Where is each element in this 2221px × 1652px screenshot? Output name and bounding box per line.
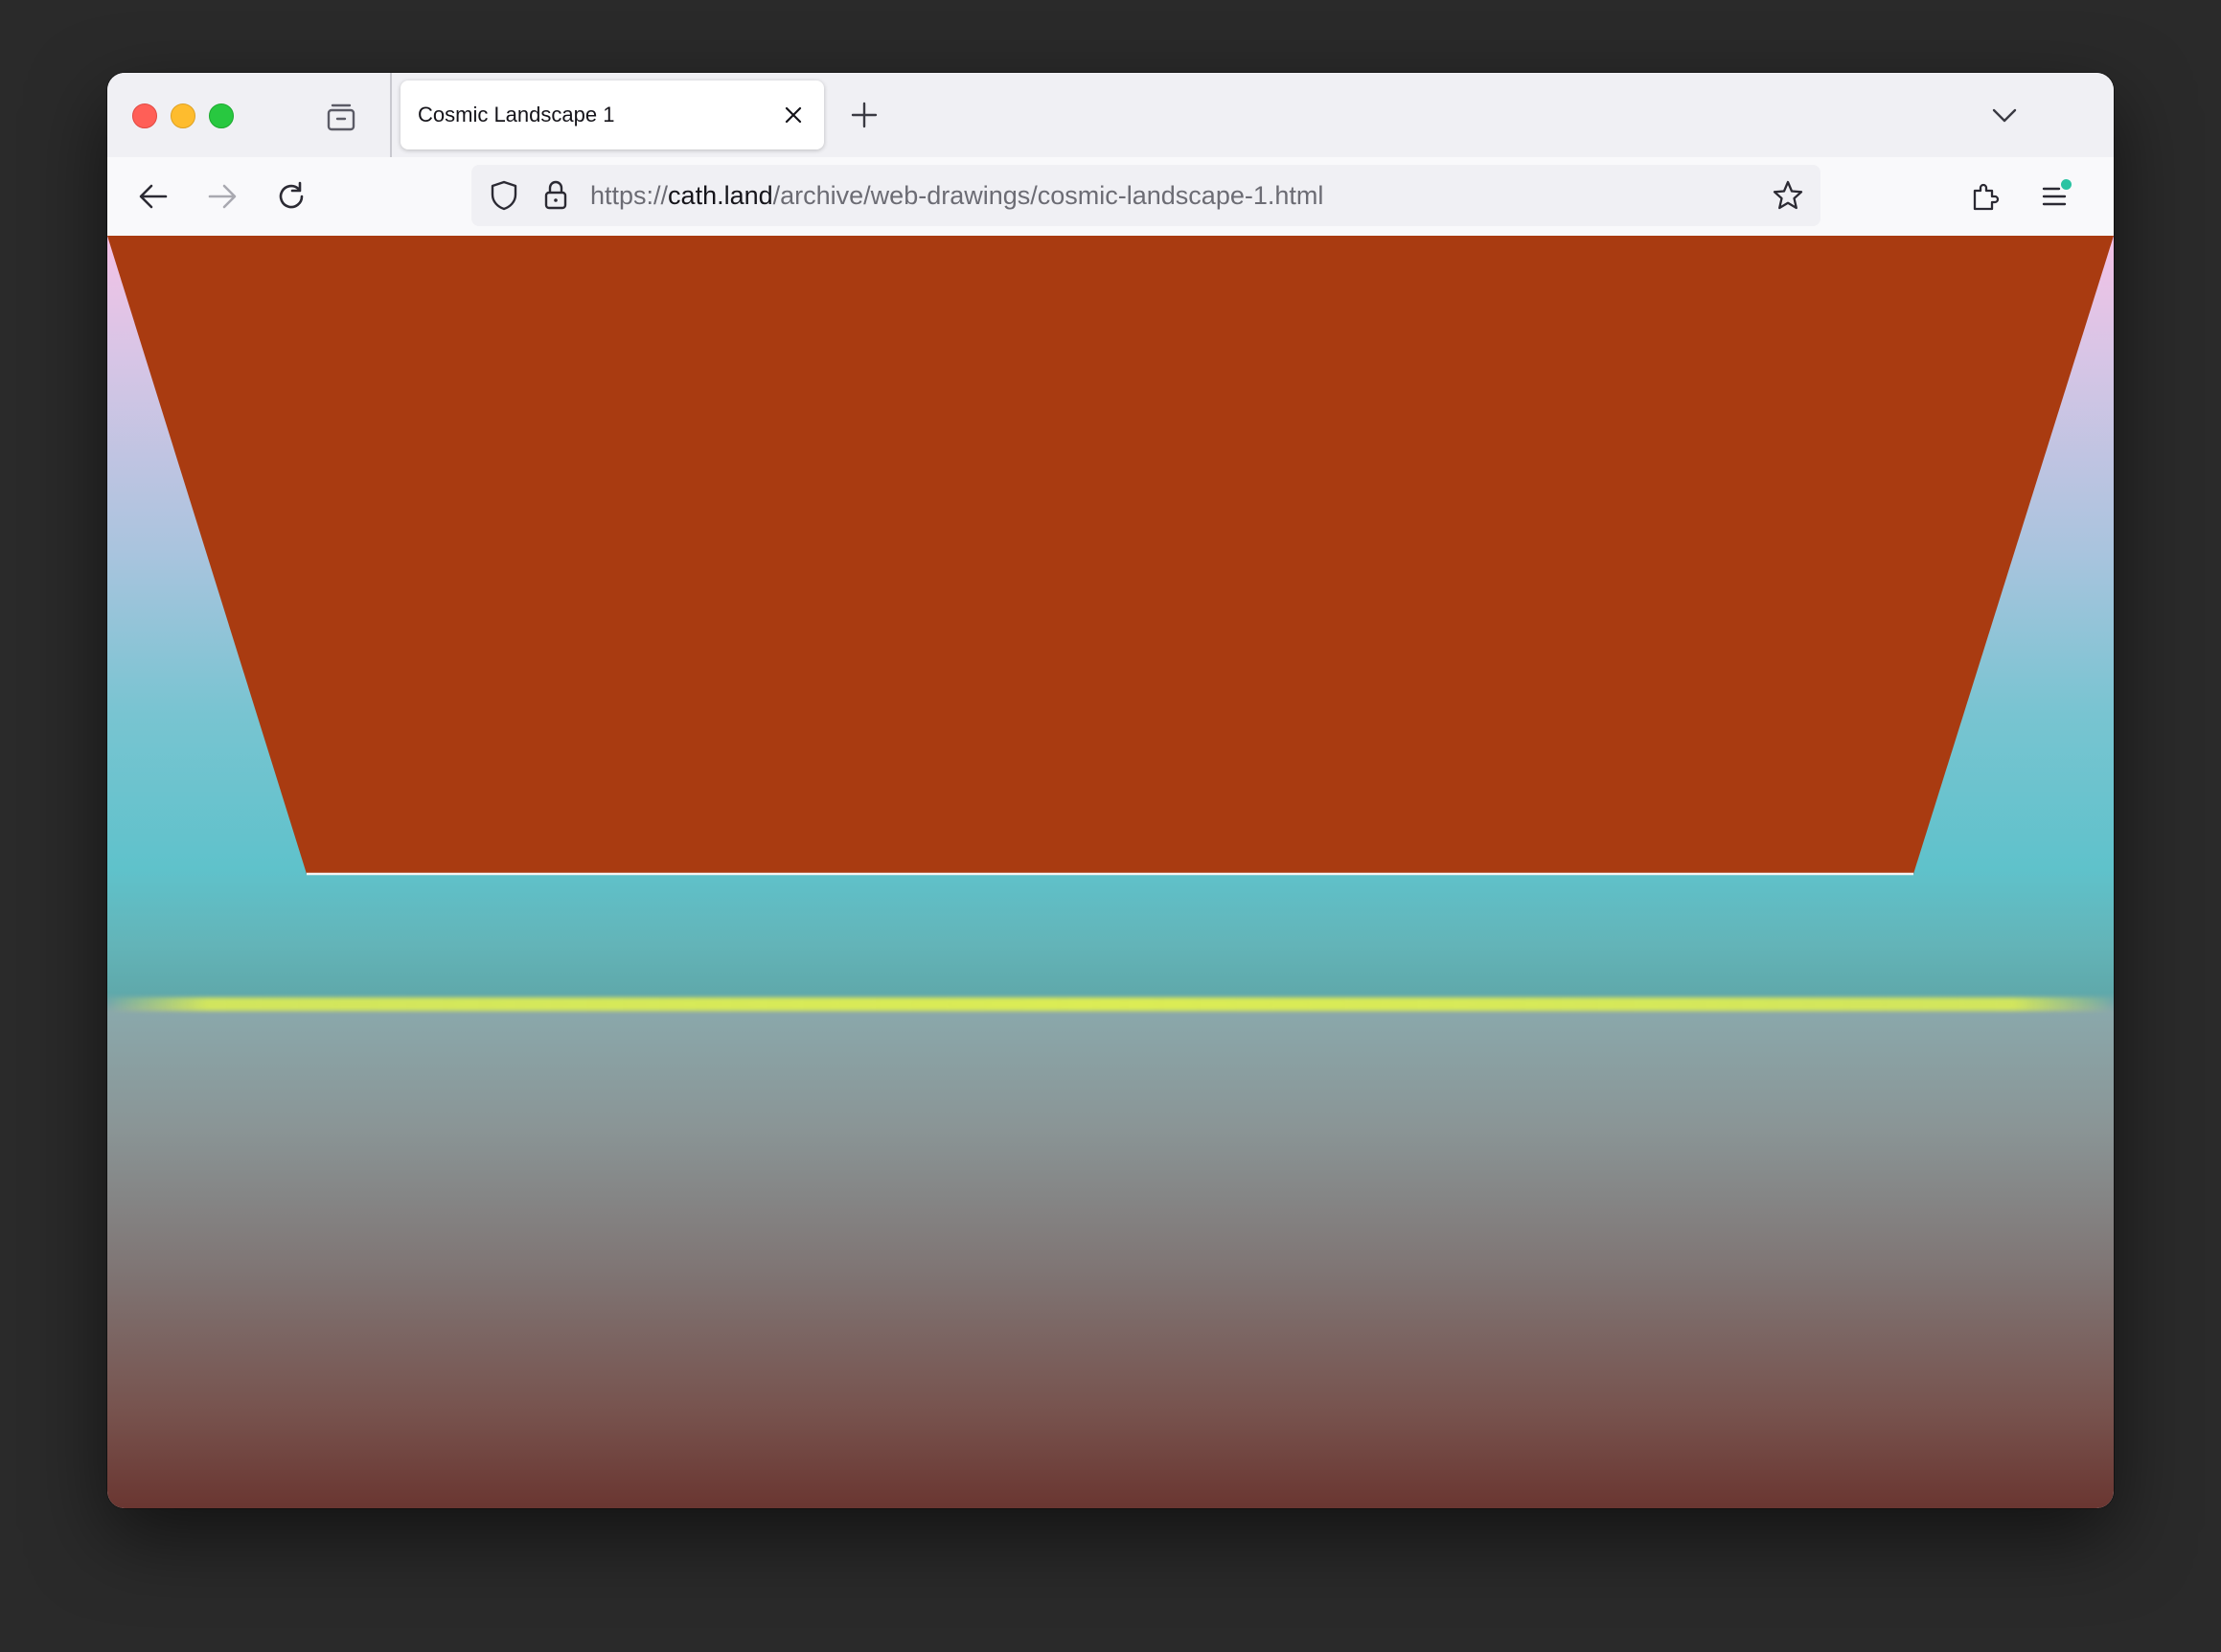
arrow-right-icon [208,184,237,209]
tab-divider [390,73,392,157]
url-host: cath.land [668,181,773,210]
window-close-button[interactable] [132,103,157,128]
tab-cosmic-landscape[interactable]: Cosmic Landscape 1 [401,80,824,149]
new-tab-button[interactable] [845,96,883,134]
url-text[interactable]: https://cath.land/archive/web-drawings/c… [590,165,1323,226]
reload-icon [279,181,304,209]
reload-button[interactable] [268,173,314,219]
star-icon [1773,180,1803,210]
navigation-toolbar: https://cath.land/archive/web-drawings/c… [107,157,2114,238]
app-menu-button[interactable] [2031,173,2077,219]
arrow-left-icon [139,184,168,209]
cosmic-landscape-drawing [107,236,2114,876]
lock-icon [544,180,567,210]
extensions-button[interactable] [1962,173,2008,219]
shield-icon [491,180,517,211]
tab-manager-icon [327,103,355,131]
browser-window: Cosmic Landscape 1 https://cath.land/arc… [107,73,2114,1508]
bookmark-button[interactable] [1769,176,1807,215]
url-bar[interactable]: https://cath.land/archive/web-drawings/c… [471,165,1820,226]
floating-trapezoid [107,236,2114,874]
tab-title: Cosmic Landscape 1 [418,103,615,126]
forward-button[interactable] [199,173,245,219]
chevron-down-icon [1992,108,2017,123]
list-all-tabs-button[interactable] [1985,96,2024,134]
window-minimize-button[interactable] [171,103,195,128]
tab-manager-button[interactable] [322,98,360,136]
tab-strip: Cosmic Landscape 1 [107,73,2114,157]
url-scheme: https:// [590,181,669,210]
site-info-button[interactable] [538,178,573,213]
tab-close-button[interactable] [778,100,809,130]
web-content [107,236,2114,1508]
puzzle-icon [1973,183,2000,211]
window-maximize-button[interactable] [209,103,234,128]
back-button[interactable] [130,173,176,219]
close-icon [785,106,802,124]
url-path: /archive/web-drawings/cosmic-landscape-1… [772,181,1324,210]
tracking-protection-button[interactable] [487,178,521,213]
update-badge [2061,179,2072,190]
plus-icon [851,102,878,128]
